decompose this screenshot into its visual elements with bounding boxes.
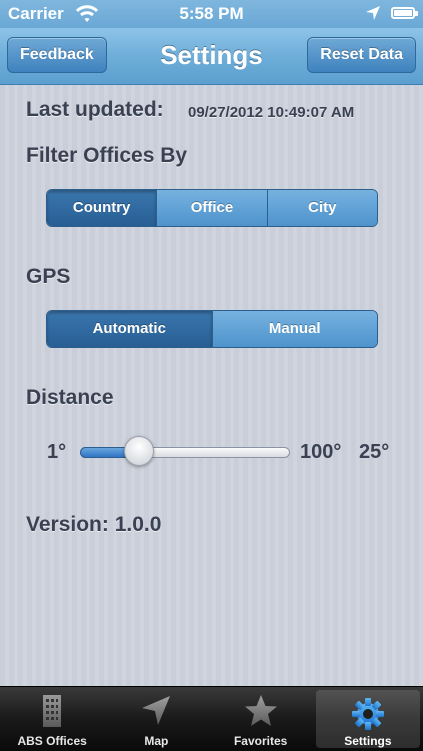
building-icon <box>43 695 62 727</box>
battery-icon <box>391 7 418 19</box>
location-arrow-icon <box>142 696 171 725</box>
version-label: Version: 1.0.0 <box>26 513 162 536</box>
tab-label: ABS Offices <box>17 734 87 748</box>
settings-content: Last updated: 09/27/2012 10:49:07 AM Fil… <box>0 85 423 686</box>
gear-icon <box>351 698 384 730</box>
filter-country-segment[interactable]: Country <box>47 190 157 226</box>
distance-min-label: 1° <box>47 441 67 463</box>
status-time: 5:58 PM <box>179 4 244 23</box>
distance-label: Distance <box>26 386 114 409</box>
tab-label: Favorites <box>233 734 288 748</box>
navigation-bar: Feedback Settings Reset Data <box>0 28 423 85</box>
star-icon <box>244 695 277 726</box>
gps-manual-segment[interactable]: Manual <box>211 311 377 347</box>
tab-label: Map <box>144 734 169 748</box>
tab-map[interactable]: Map <box>104 687 208 751</box>
tab-label: Settings <box>344 734 392 748</box>
filter-office-segment[interactable]: Office <box>156 190 267 226</box>
location-icon <box>366 6 380 20</box>
tab-settings[interactable]: Settings <box>315 690 420 748</box>
last-updated-value: 09/27/2012 10:49:07 AM <box>188 104 355 121</box>
gps-label: GPS <box>26 265 71 288</box>
status-bar: Carrier 5:58 PM <box>0 0 423 28</box>
gps-automatic-segment[interactable]: Automatic <box>47 311 212 347</box>
distance-slider-track[interactable] <box>80 447 290 458</box>
filter-segmented-control: Country Office City <box>46 189 378 227</box>
reset-data-button[interactable]: Reset Data <box>307 37 416 73</box>
last-updated-label: Last updated: <box>26 98 164 121</box>
tab-bar: ABS Offices Map Favorites Settings <box>0 686 423 751</box>
distance-slider-thumb[interactable] <box>123 436 154 466</box>
distance-max-label: 100° <box>300 441 342 463</box>
filter-city-segment[interactable]: City <box>266 190 377 226</box>
filter-offices-label: Filter Offices By <box>26 144 188 167</box>
tab-favorites[interactable]: Favorites <box>209 687 313 751</box>
distance-current-value: 25° <box>359 441 390 463</box>
gps-segmented-control: Automatic Manual <box>46 310 378 348</box>
tab-abs-offices[interactable]: ABS Offices <box>0 687 104 751</box>
